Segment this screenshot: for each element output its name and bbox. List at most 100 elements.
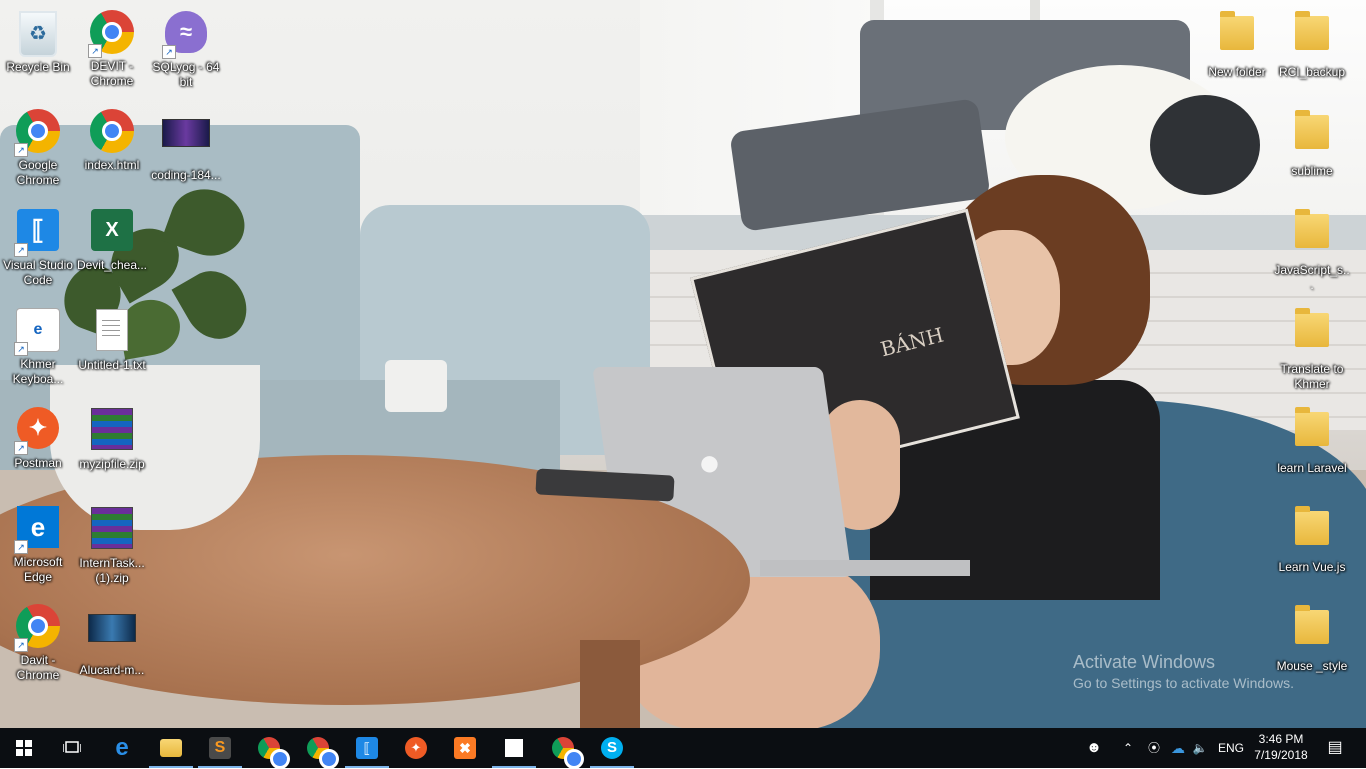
desktop-icon-interntask[interactable]: InternTask... (1).zip bbox=[74, 503, 150, 586]
folder-icon bbox=[1295, 506, 1329, 545]
desktop-icon-google-chrome[interactable]: ↗ Google Chrome bbox=[0, 107, 76, 188]
desktop-icon-new-folder[interactable]: New folder bbox=[1199, 6, 1275, 80]
windows-start-icon bbox=[16, 740, 32, 756]
desktop-icon-label: Khmer Keyboa... bbox=[12, 357, 64, 386]
start-button[interactable] bbox=[0, 728, 48, 768]
winrar-icon bbox=[91, 408, 133, 450]
task-view-button[interactable] bbox=[48, 728, 96, 768]
desktop-icon-devit-chea[interactable]: X Devit_chea... bbox=[74, 206, 150, 273]
taskbar-postman[interactable]: ✦ bbox=[392, 728, 440, 768]
desktop-icon-label: Untitled-1.txt bbox=[78, 358, 146, 372]
postman-icon: ✦ bbox=[405, 737, 427, 759]
desktop-icon-untitled-1[interactable]: Untitled-1.txt bbox=[74, 305, 150, 373]
desktop-icon-postman[interactable]: ✦ ↗ Postman bbox=[0, 404, 76, 471]
activate-windows-watermark: Activate Windows Go to Settings to activ… bbox=[1073, 652, 1294, 691]
desktop-icon-learn-vue[interactable]: Learn Vue.js bbox=[1274, 503, 1350, 575]
folder-icon bbox=[1295, 600, 1329, 644]
desktop-icon-label: Devit_chea... bbox=[76, 258, 148, 272]
image-thumbnail-icon bbox=[88, 614, 136, 642]
chevron-up-icon: ⌃ bbox=[1122, 741, 1134, 755]
watermark-title: Activate Windows bbox=[1073, 652, 1216, 672]
folder-icon bbox=[1295, 204, 1329, 248]
taskbar-vscode[interactable]: ⟦ bbox=[343, 728, 391, 768]
input-language-button[interactable]: ENG bbox=[1214, 728, 1248, 768]
volume-button[interactable]: 🔈 bbox=[1190, 728, 1210, 768]
shortcut-arrow-icon: ↗ bbox=[88, 44, 102, 58]
taskbar-xampp[interactable]: ✖ bbox=[441, 728, 489, 768]
taskbar-sticky-notes[interactable] bbox=[490, 728, 538, 768]
wallpaper-laptop-base bbox=[760, 560, 970, 576]
text-file-icon bbox=[96, 309, 128, 351]
desktop-icon-recycle-bin[interactable]: ♻ Recycle Bin bbox=[0, 8, 76, 75]
xampp-icon: ✖ bbox=[454, 737, 476, 759]
taskbar-chrome-davit[interactable] bbox=[294, 728, 342, 769]
desktop-icon-label: coding-184... bbox=[151, 168, 221, 182]
desktop-icon-label: SQLyog - 64 bit bbox=[152, 60, 220, 89]
network-button[interactable]: ⦿ bbox=[1144, 728, 1164, 768]
desktop-icon-ms-edge[interactable]: e ↗ Microsoft Edge bbox=[0, 503, 76, 585]
people-button[interactable]: ☻ bbox=[1084, 728, 1104, 768]
sublime-text-icon: S bbox=[209, 737, 231, 759]
desktop-icon-label: Translate to Khmer bbox=[1280, 362, 1344, 391]
desktop-icon-label: Microsoft Edge bbox=[13, 555, 63, 584]
wifi-icon: ⦿ bbox=[1147, 741, 1160, 755]
clock-button[interactable]: 3:46 PM 7/19/2018 bbox=[1250, 731, 1312, 763]
onedrive-icon: ☁ bbox=[1171, 740, 1185, 756]
desktop-icon-label: New folder bbox=[1208, 65, 1266, 79]
taskbar-sublime[interactable]: S bbox=[196, 728, 244, 768]
desktop-icon-sqlyog[interactable]: ≈ ↗ SQLyog - 64 bit bbox=[148, 8, 224, 90]
taskbar-chrome-devit[interactable] bbox=[245, 728, 293, 769]
folder-icon bbox=[160, 739, 182, 757]
desktop-icon-label: Davit - Chrome bbox=[16, 653, 60, 682]
clock-date: 7/19/2018 bbox=[1254, 748, 1308, 762]
desktop-icon-learn-laravel[interactable]: learn Laravel bbox=[1274, 402, 1350, 476]
apple-logo-icon: ● bbox=[698, 442, 721, 484]
desktop-icon-alucard[interactable]: Alucard-m... bbox=[74, 602, 150, 678]
desktop-icon-label: DEVIT - Chrome bbox=[90, 59, 134, 88]
shortcut-arrow-icon: ↗ bbox=[14, 243, 28, 257]
desktop-icon-coding[interactable]: coding-184... bbox=[148, 107, 224, 183]
desktop-icon-vscode[interactable]: ⟦ ↗ Visual Studio Code bbox=[0, 206, 76, 288]
onedrive-button[interactable]: ☁ bbox=[1167, 728, 1189, 768]
desktop-icon-translate-khmer[interactable]: Translate to Khmer bbox=[1274, 303, 1350, 392]
desktop-icon-label: Google Chrome bbox=[16, 158, 60, 187]
action-center-icon: ▤ bbox=[1327, 739, 1343, 756]
taskbar-chrome[interactable] bbox=[539, 728, 587, 769]
wallpaper-charger bbox=[385, 360, 447, 412]
desktop-icon-label: myzipfile.zip bbox=[79, 457, 145, 471]
show-hidden-icons-button[interactable]: ⌃ bbox=[1118, 728, 1138, 768]
desktop-icon-label: Recycle Bin bbox=[6, 60, 70, 74]
desktop-icon-myzipfile[interactable]: myzipfile.zip bbox=[74, 404, 150, 472]
taskbar-skype[interactable]: S bbox=[588, 728, 636, 768]
desktop-icon-label: RCI_backup bbox=[1278, 65, 1346, 79]
recycle-bin-icon: ♻ bbox=[19, 11, 57, 57]
folder-icon bbox=[1220, 6, 1254, 50]
desktop-icon-davit-chrome[interactable]: ↗ Davit - Chrome bbox=[0, 602, 76, 683]
shortcut-arrow-icon: ↗ bbox=[162, 45, 176, 59]
desktop-icon-label: Learn Vue.js bbox=[1278, 560, 1346, 574]
taskbar: e S ⟦ ✦ ✖ S ☻ ⌃ ⦿ ☁ 🔈 ENG 3:46 PM 7/19/2… bbox=[0, 728, 1366, 769]
desktop-icon-rci-backup[interactable]: RCI_backup bbox=[1274, 6, 1350, 80]
desktop-icon-index-html[interactable]: index.html bbox=[74, 107, 150, 173]
shortcut-arrow-icon: ↗ bbox=[14, 342, 28, 356]
folder-icon bbox=[1295, 303, 1329, 347]
desktop-icon-khmer-keyboard[interactable]: e ↗ Khmer Keyboa... bbox=[0, 305, 76, 387]
folder-icon bbox=[1295, 6, 1329, 50]
desktop-icon-javascript[interactable]: JavaScript_s... bbox=[1274, 204, 1350, 293]
sticky-notes-icon bbox=[505, 739, 523, 757]
action-center-button[interactable]: ▤ bbox=[1320, 728, 1350, 768]
desktop-icon-label: index.html bbox=[84, 158, 140, 172]
watermark-subtitle: Go to Settings to activate Windows. bbox=[1073, 675, 1294, 691]
desktop-icon-sublime[interactable]: sublime bbox=[1274, 105, 1350, 179]
edge-icon: e bbox=[115, 734, 129, 761]
shortcut-arrow-icon: ↗ bbox=[14, 441, 28, 455]
taskbar-file-explorer[interactable] bbox=[147, 728, 195, 768]
image-thumbnail-icon bbox=[162, 119, 210, 147]
folder-icon bbox=[1295, 105, 1329, 149]
vscode-icon: ⟦ bbox=[356, 737, 378, 759]
desktop-icon-devit-chrome[interactable]: ↗ DEVIT - Chrome bbox=[74, 8, 150, 89]
taskbar-edge[interactable]: e bbox=[98, 728, 146, 768]
task-view-icon bbox=[63, 741, 81, 753]
desktop-icon-label: sublime bbox=[1291, 164, 1333, 178]
desktop-icon-label: learn Laravel bbox=[1277, 461, 1347, 475]
